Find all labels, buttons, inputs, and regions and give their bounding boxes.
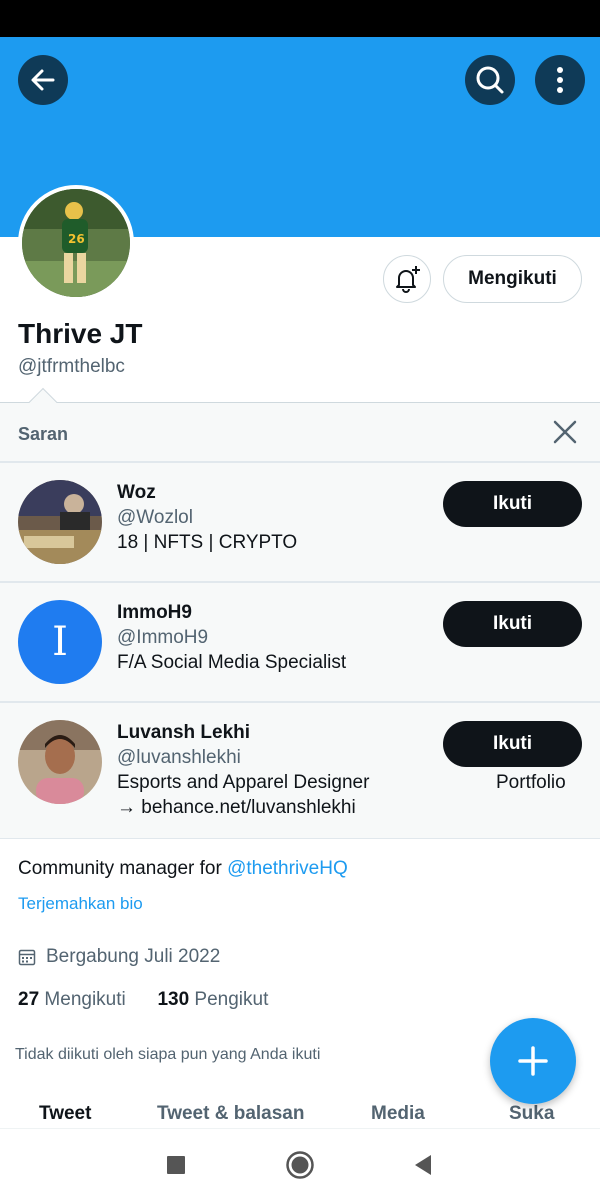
status-bar (0, 0, 600, 37)
suggestion-bio: 18 | NFTS | CRYPTO (117, 532, 298, 553)
avatar-initial: I (52, 619, 68, 665)
bio-text: Community manager for (18, 858, 228, 879)
back-button[interactable] (18, 55, 68, 105)
following-label: Mengikuti (44, 989, 126, 1010)
divider (0, 461, 600, 463)
search-button[interactable] (465, 55, 515, 105)
divider (0, 701, 600, 703)
svg-text:26: 26 (68, 232, 85, 246)
tab-likes[interactable]: Suka (509, 1103, 554, 1125)
suggestion-handle: @Wozlol (117, 507, 193, 528)
back-nav-button[interactable] (405, 1147, 441, 1183)
plus-icon (518, 1046, 548, 1076)
close-suggestions-button[interactable] (551, 418, 579, 446)
suggestion-avatar[interactable] (18, 480, 102, 564)
triangle-back-icon (415, 1155, 431, 1175)
suggestion-extra-text: Portfolio (496, 772, 566, 793)
suggestion-avatar[interactable]: I (18, 600, 102, 684)
notification-bell-button[interactable] (383, 255, 431, 303)
profile-handle: @jtfrmthelbc (18, 356, 125, 377)
search-icon (476, 66, 504, 94)
bio-mention-link[interactable]: @thethriveHQ (227, 858, 348, 879)
suggestions-title: Saran (18, 424, 69, 444)
follow-button[interactable]: Ikuti (443, 721, 582, 767)
follow-button[interactable]: Ikuti (443, 601, 582, 647)
follow-button[interactable]: Ikuti (443, 481, 582, 527)
calendar-icon (18, 949, 36, 966)
close-icon (553, 420, 577, 444)
tab-tweets-replies[interactable]: Tweet & balasan (157, 1103, 304, 1125)
tab-media[interactable]: Media (371, 1103, 425, 1125)
profile-tabs: Tweet Tweet & balasan Media Suka (0, 1103, 600, 1131)
tab-tweet[interactable]: Tweet (39, 1103, 91, 1125)
more-vertical-icon (557, 67, 563, 93)
suggestion-handle: @luvanshlekhi (117, 747, 241, 768)
home-button[interactable] (282, 1147, 318, 1183)
compose-tweet-button[interactable] (490, 1018, 576, 1104)
profile-bio: Community manager for @thethriveHQ (18, 858, 348, 880)
followers-count: 130 (157, 989, 190, 1010)
suggestion-name[interactable]: Woz (117, 482, 156, 504)
suggestion-bio-link[interactable]: → behance.net/luvanshlekhi (117, 795, 356, 820)
joined-date: Bergabung Juli 2022 (18, 946, 220, 968)
follow-stats: 27 Mengikuti 130 Pengikut (18, 989, 268, 1011)
android-nav-bar (0, 1128, 600, 1200)
following-stat[interactable]: 27 Mengikuti (18, 989, 126, 1010)
suggestion-bio: Esports and Apparel Designer (117, 772, 370, 793)
translate-bio-link[interactable]: Terjemahkan bio (18, 894, 143, 914)
profile-avatar[interactable]: 26 (18, 185, 134, 301)
following-button[interactable]: Mengikuti (443, 255, 582, 303)
square-nav-icon (167, 1156, 185, 1174)
followed-by-note: Tidak diikuti oleh siapa pun yang Anda i… (15, 1046, 321, 1063)
joined-text: Bergabung Juli 2022 (46, 946, 221, 967)
more-options-button[interactable] (535, 55, 585, 105)
recents-button[interactable] (158, 1147, 194, 1183)
following-count: 27 (18, 989, 40, 1010)
suggestion-name[interactable]: ImmoH9 (117, 602, 192, 624)
suggestion-handle: @ImmoH9 (117, 627, 209, 648)
bell-plus-icon (396, 266, 420, 293)
suggestion-bio: F/A Social Media Specialist (117, 652, 347, 673)
followers-label: Pengikut (194, 989, 269, 1010)
circle-home-icon (286, 1151, 314, 1179)
followers-stat[interactable]: 130 Pengikut (157, 989, 268, 1010)
back-arrow-icon (31, 69, 55, 91)
divider (0, 581, 600, 583)
suggestion-avatar[interactable] (18, 720, 102, 804)
profile-name: Thrive JT (18, 318, 143, 349)
suggestion-name[interactable]: Luvansh Lekhi (117, 722, 250, 744)
